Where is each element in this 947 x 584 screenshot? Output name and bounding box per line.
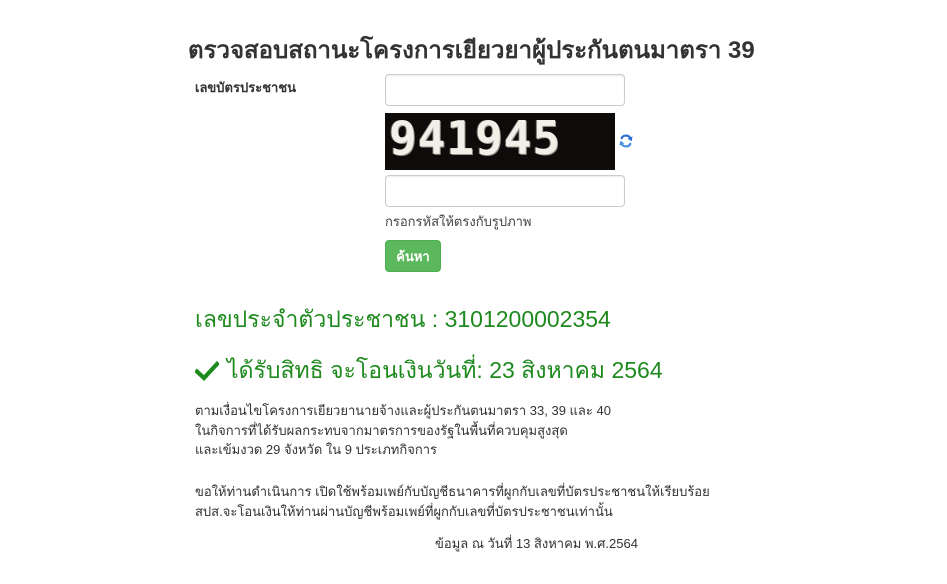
result-status: ได้รับสิทธิ จะโอนเงินวันที่: 23 สิงหาคม … [195,353,663,389]
instructions-line: สปส.จะโอนเงินให้ท่านผ่านบัญชีพร้อมเพย์ที… [195,503,613,519]
data-as-of-date: ข้อมูล ณ วันที่ 13 สิงหาคม พ.ศ.2564 [435,536,638,551]
conditions-line: และเข้มงวด 29 จังหวัด ใน 9 ประเภทกิจการ [195,442,438,457]
captcha-help-text: กรอกรหัสให้ตรงกับรูปภาพ [385,214,532,229]
id-number-input[interactable] [385,74,625,106]
refresh-icon-graphic [619,134,633,148]
refresh-icon[interactable] [618,133,634,149]
id-number-label: เลขบัตรประชาชน [195,80,297,95]
search-button[interactable]: ค้นหา [385,240,441,272]
conditions-line: ตามเงื่อนไขโครงการเยียวยานายจ้างและผู้ปร… [195,403,611,418]
result-id-number: เลขประจำตัวประชาชน : 3101200002354 [195,306,611,332]
page-title: ตรวจสอบสถานะโครงการเยียวยาผู้ประกันตนมาต… [188,37,755,64]
conditions-line: ในกิจการที่ได้รับผลกระทบจากมาตรการของรัฐ… [195,422,568,438]
instructions-line: ขอให้ท่านดำเนินการ เปิดใช้พร้อมเพย์กับบั… [195,484,710,499]
status-text: ได้รับสิทธิ จะโอนเงินวันที่: 23 สิงหาคม … [227,357,663,383]
captcha-input[interactable] [385,175,625,207]
instructions-text: ขอให้ท่านดำเนินการ เปิดใช้พร้อมเพย์กับบั… [195,482,710,521]
conditions-text: ตามเงื่อนไขโครงการเยียวยานายจ้างและผู้ปร… [195,401,611,460]
checkmark-icon [195,361,219,381]
captcha-image: 941945 [385,113,615,170]
captcha-code: 941945 [389,113,562,165]
